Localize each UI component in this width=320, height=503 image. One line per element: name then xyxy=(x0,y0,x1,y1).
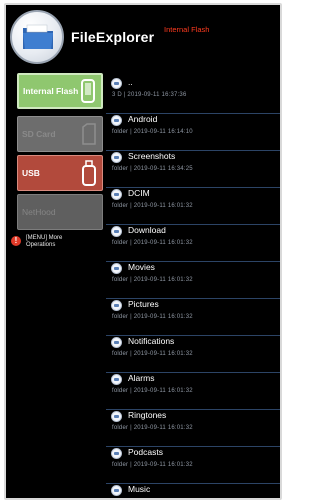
internal-flash-button[interactable]: Internal Flash xyxy=(17,73,103,109)
exclamation-icon: ! xyxy=(11,236,21,246)
file-name: Notifications xyxy=(128,336,175,346)
list-item[interactable]: DCIM folder | 2019-09-11 16:01:32 xyxy=(106,188,280,225)
list-item[interactable]: Notifications folder | 2019-09-11 16:01:… xyxy=(106,336,280,373)
file-meta: folder | 2019-09-11 16:01:32 xyxy=(112,425,193,431)
folder-icon xyxy=(111,189,122,200)
file-meta: folder | 2019-09-11 16:01:32 xyxy=(112,240,193,246)
current-location: Internal Flash xyxy=(164,25,210,34)
file-name: Movies xyxy=(128,262,155,272)
file-name: Alarms xyxy=(128,373,155,383)
file-name: Music xyxy=(128,484,151,494)
file-name: DCIM xyxy=(128,188,150,198)
usb-drive-icon xyxy=(80,159,98,187)
folder-icon xyxy=(111,78,122,89)
list-item[interactable]: .. 3 D | 2019-09-11 16:37:36 xyxy=(106,77,280,114)
file-name: Download xyxy=(128,225,166,235)
file-meta: folder | 2019-09-11 16:14:10 xyxy=(112,129,193,135)
file-name: .. xyxy=(128,77,133,87)
folder-icon xyxy=(111,152,122,163)
app-logo xyxy=(10,10,64,64)
file-meta: 3 D | 2019-09-11 16:37:36 xyxy=(112,92,187,98)
sd-card-button[interactable]: SD Card xyxy=(17,116,103,152)
list-item[interactable]: Music xyxy=(106,484,280,498)
app-title: FileExplorer xyxy=(71,29,155,45)
file-name: Android xyxy=(128,114,158,124)
device-screen: FileExplorer Internal Flash Internal Fla… xyxy=(4,3,282,500)
menu-notice-text: [MENU] More Operations xyxy=(26,235,63,248)
folder-icon xyxy=(111,411,122,422)
file-meta: folder | 2019-09-11 16:01:32 xyxy=(112,388,193,394)
folder-icon xyxy=(111,485,122,496)
app-header: FileExplorer Internal Flash xyxy=(6,5,280,64)
list-item[interactable]: Movies folder | 2019-09-11 16:01:32 xyxy=(106,262,280,299)
sd-card-label: SD Card xyxy=(22,129,56,139)
file-meta: folder | 2019-09-11 16:01:32 xyxy=(112,351,193,357)
nethood-label: NetHood xyxy=(22,207,56,217)
list-item[interactable]: Alarms folder | 2019-09-11 16:01:32 xyxy=(106,373,280,410)
list-item[interactable]: Download folder | 2019-09-11 16:01:32 xyxy=(106,225,280,262)
folder-icon xyxy=(111,263,122,274)
folder-icon xyxy=(23,24,53,49)
list-item[interactable]: Pictures folder | 2019-09-11 16:01:32 xyxy=(106,299,280,336)
list-item[interactable]: Screenshots folder | 2019-09-11 16:34:25 xyxy=(106,151,280,188)
file-name: Pictures xyxy=(128,299,159,309)
internal-flash-label: Internal Flash xyxy=(23,86,79,96)
list-item[interactable]: Podcasts folder | 2019-09-11 16:01:32 xyxy=(106,447,280,484)
list-item[interactable]: Ringtones folder | 2019-09-11 16:01:32 xyxy=(106,410,280,447)
file-meta: folder | 2019-09-11 16:01:32 xyxy=(112,203,193,209)
folder-icon xyxy=(111,337,122,348)
file-name: Ringtones xyxy=(128,410,167,420)
file-meta: folder | 2019-09-11 16:34:25 xyxy=(112,166,193,172)
folder-icon xyxy=(111,374,122,385)
usb-button[interactable]: USB xyxy=(17,155,103,191)
file-name: Screenshots xyxy=(128,151,176,161)
sd-card-icon xyxy=(80,120,98,148)
list-item[interactable]: Android folder | 2019-09-11 16:14:10 xyxy=(106,114,280,151)
usb-label: USB xyxy=(22,168,40,178)
file-name: Podcasts xyxy=(128,447,163,457)
folder-icon xyxy=(111,300,122,311)
file-meta: folder | 2019-09-11 16:01:32 xyxy=(112,277,193,283)
phone-icon xyxy=(79,77,97,105)
file-meta: folder | 2019-09-11 16:01:32 xyxy=(112,314,193,320)
folder-icon xyxy=(111,226,122,237)
nethood-button[interactable]: NetHood xyxy=(17,194,103,230)
file-meta: folder | 2019-09-11 16:01:32 xyxy=(112,462,193,468)
menu-notice: ! [MENU] More Operations xyxy=(11,235,88,249)
folder-icon xyxy=(111,448,122,459)
folder-icon xyxy=(111,115,122,126)
